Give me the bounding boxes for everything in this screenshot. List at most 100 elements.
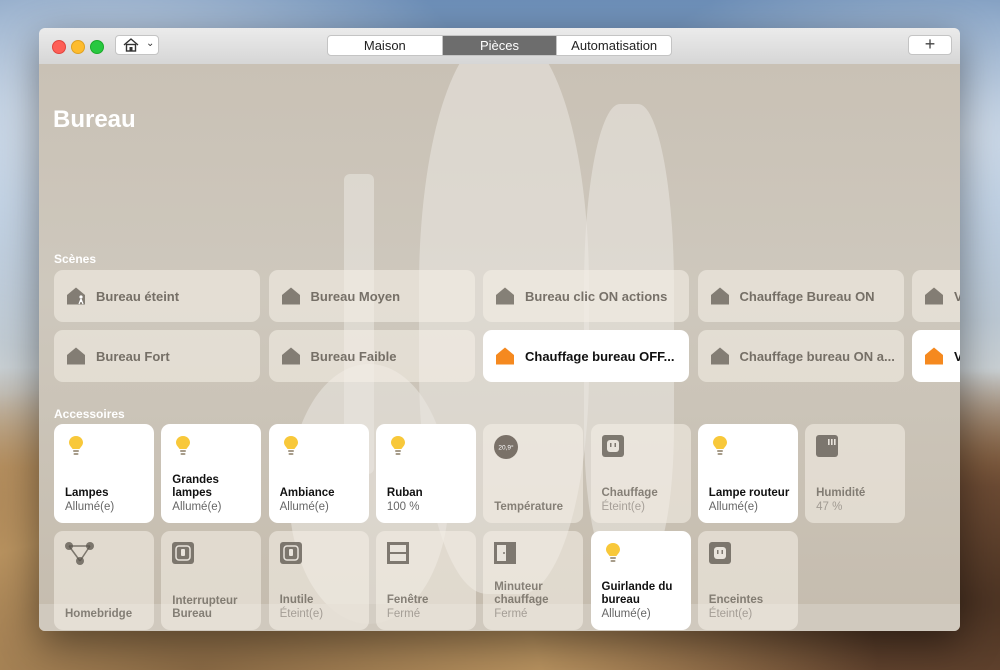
accessory-tile[interactable]: Minuteur chauffage Fermé bbox=[483, 531, 584, 630]
accessory-status: Allumé(e) bbox=[708, 501, 759, 513]
house-icon bbox=[710, 286, 730, 306]
switch-icon bbox=[279, 541, 303, 565]
accessory-text: Ambiance Allumé(e) bbox=[280, 487, 363, 514]
house-icon bbox=[710, 346, 730, 366]
accessory-text: Fenêtre Fermé bbox=[387, 594, 470, 621]
accessory-tile[interactable]: Guirlande du bureau Allumé(e) bbox=[590, 531, 691, 630]
scene-label: Bureau Faible bbox=[310, 348, 397, 364]
accessory-tile[interactable]: Humidité 47 % bbox=[805, 424, 906, 523]
accessory-text: Grandes lampes Allumé(e) bbox=[172, 474, 255, 514]
scene-tile[interactable]: Bureau Fort bbox=[54, 330, 260, 382]
accessory-tile[interactable]: Homebridge bbox=[54, 531, 154, 630]
accessory-status: Éteint(e) bbox=[279, 608, 324, 620]
accessory-tile[interactable]: Ruban 100 % bbox=[375, 424, 476, 523]
add-button[interactable]: + bbox=[908, 35, 952, 55]
tab-maison[interactable]: Maison bbox=[328, 36, 443, 55]
scene-tile[interactable]: V bbox=[912, 330, 960, 382]
accessory-status: Fermé bbox=[494, 608, 528, 620]
lightbulb-icon bbox=[171, 434, 195, 458]
accessory-text: Lampes Allumé(e) bbox=[65, 487, 148, 514]
accessory-name: Grandes lampes bbox=[172, 474, 219, 499]
house-icon bbox=[495, 286, 515, 306]
room-title: Bureau bbox=[53, 106, 136, 133]
house-icon bbox=[281, 286, 301, 306]
scene-label: Chauffage bureau ON a... bbox=[739, 348, 895, 364]
scenes-section-label: Scènes bbox=[54, 252, 97, 266]
house-person-icon bbox=[66, 286, 86, 306]
accessory-tile[interactable]: Fenêtre Fermé bbox=[375, 531, 476, 630]
scene-tile[interactable]: Bureau Faible bbox=[268, 330, 475, 382]
zoom-window-button[interactable] bbox=[90, 40, 104, 54]
accessory-text: Lampe routeur Allumé(e) bbox=[709, 487, 792, 514]
window-icon bbox=[386, 541, 410, 565]
house-icon bbox=[66, 346, 86, 366]
title-bar: ⌄ Maison Pièces Automatisation + bbox=[39, 28, 960, 65]
accessory-name: Humidité bbox=[816, 487, 866, 499]
accessory-tile[interactable]: Enceintes Éteint(e) bbox=[697, 531, 798, 630]
accessory-text: Homebridge bbox=[65, 608, 148, 621]
tab-pieces[interactable]: Pièces bbox=[442, 36, 558, 55]
accessory-name: Interrupteur Bureau bbox=[172, 595, 238, 620]
minimize-window-button[interactable] bbox=[71, 40, 85, 54]
scene-tile[interactable]: Chauffage bureau ON a... bbox=[697, 330, 904, 382]
home-menu-button[interactable]: ⌄ bbox=[115, 35, 159, 55]
accessory-status: Allumé(e) bbox=[601, 608, 651, 620]
tab-automatisation[interactable]: Automatisation bbox=[557, 36, 671, 55]
accessory-status: Éteint(e) bbox=[708, 608, 753, 620]
scene-tile[interactable]: Bureau éteint bbox=[54, 270, 260, 322]
accessory-tile[interactable]: 20,9° Température bbox=[483, 424, 584, 523]
lightbulb-icon bbox=[601, 541, 625, 565]
accessory-text: Ruban 100 % bbox=[387, 487, 470, 514]
accessory-tile[interactable]: Lampes Allumé(e) bbox=[54, 424, 154, 523]
lightbulb-icon bbox=[279, 434, 303, 458]
lightbulb-icon bbox=[708, 434, 732, 458]
accessory-status: Allumé(e) bbox=[172, 501, 222, 513]
accessory-name: Inutile bbox=[279, 594, 314, 606]
scene-label: Chauffage Bureau ON bbox=[739, 288, 875, 304]
scene-label: Bureau éteint bbox=[96, 288, 180, 304]
home-icon bbox=[123, 38, 139, 52]
accessory-tile[interactable]: Lampe routeur Allumé(e) bbox=[697, 424, 798, 523]
bridge-icon bbox=[64, 541, 94, 565]
accessory-tile[interactable]: Grandes lampes Allumé(e) bbox=[161, 424, 262, 523]
accessory-text: Interrupteur Bureau bbox=[172, 595, 255, 621]
accessory-name: Enceintes bbox=[708, 594, 764, 606]
scene-label: Bureau clic ON actions bbox=[525, 288, 668, 304]
close-window-button[interactable] bbox=[52, 40, 66, 54]
scene-label: Bureau Moyen bbox=[310, 288, 401, 304]
accessory-tile[interactable]: Ambiance Allumé(e) bbox=[268, 424, 369, 523]
scene-tile[interactable]: Chauffage bureau OFF... bbox=[483, 330, 689, 382]
accessory-tile[interactable]: Inutile Éteint(e) bbox=[268, 531, 369, 630]
accessory-name: Fenêtre bbox=[386, 594, 429, 606]
accessory-text: Température bbox=[494, 501, 577, 514]
house-icon bbox=[495, 346, 515, 366]
lightbulb-icon bbox=[64, 434, 88, 458]
door-icon bbox=[493, 541, 517, 565]
humidity-icon bbox=[815, 434, 839, 458]
svg-text:20,9°: 20,9° bbox=[499, 444, 515, 452]
house-icon bbox=[924, 286, 944, 306]
room-content: Bureau Scènes Bureau éteint Bureau Moyen B… bbox=[39, 64, 960, 631]
temperature-icon: 20,9° bbox=[493, 434, 519, 459]
accessory-text: Chauffage Éteint(e) bbox=[602, 487, 685, 514]
lightbulb-icon bbox=[386, 434, 410, 458]
chevron-down-icon: ⌄ bbox=[146, 38, 155, 49]
accessory-status: Allumé(e) bbox=[279, 501, 329, 513]
accessory-name: Ambiance bbox=[279, 487, 335, 499]
accessory-text: Guirlande du bureau Allumé(e) bbox=[602, 581, 685, 621]
accessory-status: Éteint(e) bbox=[601, 501, 645, 513]
view-tabs: Maison Pièces Automatisation bbox=[327, 35, 672, 56]
scene-tile[interactable]: Bureau Moyen bbox=[268, 270, 475, 322]
accessories-section-label: Accessoires bbox=[54, 407, 125, 421]
accessory-tile[interactable]: Interrupteur Bureau bbox=[161, 531, 262, 630]
accessory-status: 100 % bbox=[386, 501, 420, 513]
outlet-icon bbox=[708, 541, 732, 565]
scene-tile[interactable]: V bbox=[912, 270, 960, 322]
accessory-name: Lampes bbox=[65, 487, 109, 499]
scene-tile[interactable]: Bureau clic ON actions bbox=[483, 270, 689, 322]
scene-tile[interactable]: Chauffage Bureau ON bbox=[697, 270, 904, 322]
accessory-text: Enceintes Éteint(e) bbox=[709, 594, 792, 621]
accessory-tile[interactable]: Chauffage Éteint(e) bbox=[590, 424, 691, 523]
accessory-name: Chauffage bbox=[601, 487, 658, 499]
house-icon bbox=[924, 346, 944, 366]
